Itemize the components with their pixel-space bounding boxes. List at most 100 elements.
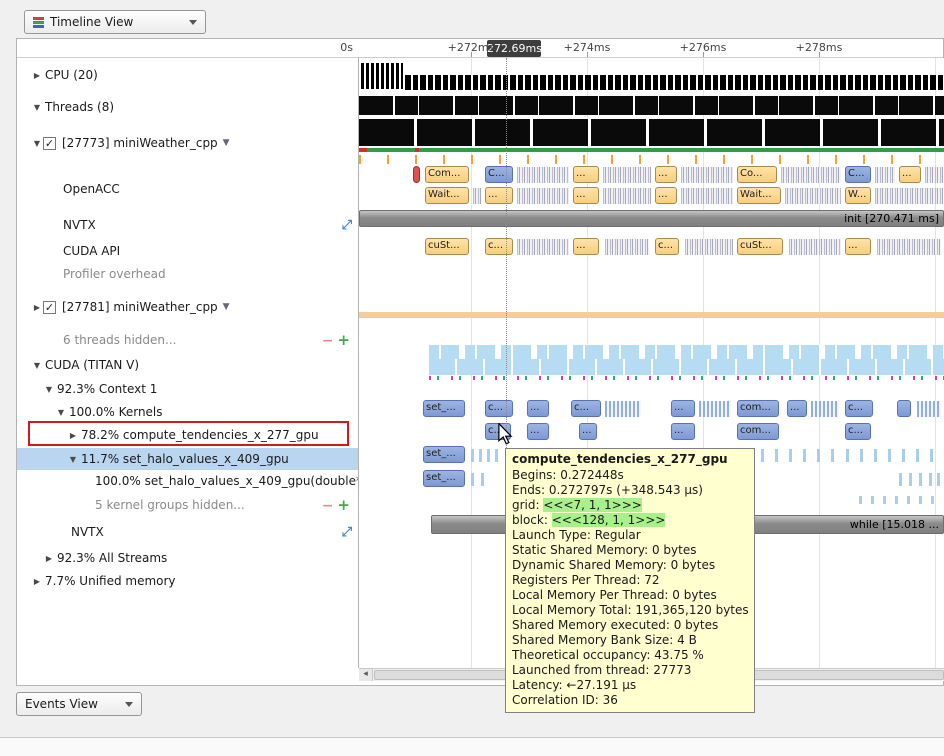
timeline-event-block[interactable]	[919, 496, 922, 504]
tree-row-profiler-overhead[interactable]: Profiler overhead	[17, 264, 358, 284]
timeline-event-block[interactable]: Com...	[425, 166, 469, 183]
timeline-event-block[interactable]: ...	[655, 187, 677, 204]
timeline-event-block[interactable]	[871, 496, 874, 504]
timeline-event-block[interactable]: ...	[671, 400, 695, 417]
timeline-event-block[interactable]	[479, 449, 482, 462]
add-filter-icon[interactable]: +	[337, 496, 350, 514]
tree-row-kernels[interactable]: ▼100.0% Kernels	[17, 402, 358, 422]
timeline-event-block[interactable]: set_...	[423, 470, 465, 487]
tree-row-cuda-api[interactable]: CUDA API	[17, 241, 358, 261]
tree-row-threads[interactable]: ▼Threads (8)	[17, 97, 358, 117]
timeline-event-block[interactable]	[931, 496, 934, 504]
timeline-event-block[interactable]	[860, 449, 863, 462]
timeline-event-block[interactable]: ...	[655, 166, 677, 183]
timeline-event-block[interactable]: cuSt...	[737, 238, 783, 255]
timeline-event-block[interactable]: ...	[671, 423, 695, 440]
collapse-arrow-icon[interactable]: ▼	[31, 361, 43, 370]
timeline-event-block[interactable]: ...	[527, 423, 549, 440]
timeline-event-block[interactable]: set_...	[423, 446, 465, 463]
timeline-view-selector[interactable]: Timeline View	[24, 10, 206, 34]
timeline-event-block[interactable]: c...	[485, 238, 513, 255]
tree-row-cuda-device[interactable]: ▼CUDA (TITAN V)	[17, 355, 358, 375]
timeline-event-block[interactable]	[930, 449, 933, 462]
timeline-event-block[interactable]: ...	[899, 166, 921, 183]
timeline-event-block[interactable]	[846, 449, 849, 462]
timeline-event-block[interactable]: W...	[845, 187, 871, 204]
expand-track-icon[interactable]: ⤢	[342, 218, 358, 233]
timeline-event-block[interactable]: cuSt...	[425, 238, 469, 255]
tree-row-context1[interactable]: ▼92.3% Context 1	[17, 379, 358, 399]
timeline-event-block[interactable]: ...	[485, 187, 513, 204]
timeline-event-block[interactable]	[761, 449, 764, 462]
collapse-arrow-icon[interactable]: ▼	[67, 455, 79, 464]
timeline-event-block[interactable]: com...	[737, 400, 779, 417]
tree-row-nvtx-thread[interactable]: NVTX⤢	[17, 215, 358, 235]
expand-arrow-icon[interactable]: ▶	[31, 303, 43, 312]
timeline-event-block[interactable]	[413, 166, 420, 183]
timeline-event-block[interactable]	[899, 473, 902, 486]
timeline-event-block[interactable]: com...	[737, 423, 779, 440]
collapse-arrow-icon[interactable]: ▼	[55, 408, 67, 417]
timeline-event-block[interactable]	[471, 473, 474, 486]
timeline-event-block[interactable]	[919, 473, 922, 486]
tree-row-kernel-set-halo[interactable]: ▼11.7% set_halo_values_x_409_gpu	[17, 448, 358, 470]
nvtx-range-init[interactable]: init [270.471 ms]	[359, 210, 944, 227]
remove-filter-icon[interactable]: −	[322, 333, 334, 349]
scroll-left-button[interactable]: ◂	[359, 669, 373, 681]
timeline-event-block[interactable]: ...	[573, 187, 599, 204]
timeline-event-block[interactable]	[859, 496, 862, 504]
timeline-event-block[interactable]: ...	[573, 238, 599, 255]
time-ruler[interactable]: 0s 272.69ms +272ms+274ms+276ms+278ms	[17, 39, 943, 58]
timeline-event-block[interactable]: c...	[655, 238, 679, 255]
timeline-event-block[interactable]	[831, 449, 834, 462]
expand-track-icon[interactable]: ⤢	[342, 525, 358, 540]
tree-row-all-streams[interactable]: ▶92.3% All Streams	[17, 548, 358, 568]
tree-row-threads-hidden[interactable]: 6 threads hidden...−+	[17, 330, 358, 350]
expand-arrow-icon[interactable]: ▶	[31, 577, 43, 586]
timeline-event-block[interactable]: c...	[485, 400, 513, 417]
tree-row-unified-memory[interactable]: ▶7.7% Unified memory	[17, 571, 358, 591]
timeline-event-block[interactable]	[495, 449, 498, 462]
tree-row-thread-27773[interactable]: ▼✓[27773] miniWeather_cpp▼	[17, 133, 358, 153]
collapse-arrow-icon[interactable]: ▼	[31, 103, 43, 112]
expand-arrow-icon[interactable]: ▶	[31, 71, 43, 80]
timeline-event-block[interactable]	[888, 449, 891, 462]
timeline-event-block[interactable]: ...	[527, 400, 549, 417]
timeline-event-block[interactable]	[775, 449, 778, 462]
timeline-event-block[interactable]: Co...	[737, 166, 777, 183]
timeline-event-block[interactable]	[895, 496, 898, 504]
tree-row-kernel-groups-hidden[interactable]: 5 kernel groups hidden...−+	[17, 495, 358, 515]
timeline-event-block[interactable]	[481, 473, 484, 486]
timeline-event-block[interactable]	[902, 449, 905, 462]
timeline-event-block[interactable]	[909, 473, 912, 486]
timeline-event-block[interactable]	[789, 449, 792, 462]
expand-arrow-icon[interactable]: ▶	[43, 554, 55, 563]
thread-checkbox[interactable]: ✓	[43, 301, 56, 314]
timeline-event-block[interactable]	[883, 496, 886, 504]
row-options-caret-icon[interactable]: ▼	[223, 302, 230, 312]
timeline-event-block[interactable]: c...	[571, 400, 601, 417]
timeline-event-block[interactable]	[937, 473, 940, 486]
timeline-event-block[interactable]: set_...	[423, 400, 465, 417]
timeline-event-block[interactable]	[907, 496, 910, 504]
row-options-caret-icon[interactable]: ▼	[223, 138, 230, 148]
timeline-event-block[interactable]: c...	[845, 400, 873, 417]
timeline-event-block[interactable]	[897, 400, 911, 417]
timeline-event-block[interactable]: Wait...	[425, 187, 469, 204]
thread-checkbox[interactable]: ✓	[43, 137, 56, 150]
collapse-arrow-icon[interactable]: ▼	[43, 385, 55, 394]
tree-row-cpu[interactable]: ▶CPU (20)	[17, 65, 358, 85]
events-view-selector[interactable]: Events View	[16, 692, 142, 716]
timeline-event-block[interactable]: Wait...	[737, 187, 781, 204]
timeline-event-block[interactable]: ...	[787, 400, 807, 417]
timeline-event-block[interactable]	[929, 473, 932, 486]
timeline-event-block[interactable]: C...	[845, 166, 871, 183]
timeline-event-block[interactable]	[803, 449, 806, 462]
tree-row-nvtx-context[interactable]: NVTX⤢	[17, 522, 358, 542]
tree-row-openacc[interactable]: OpenACC	[17, 179, 358, 199]
timeline-event-block[interactable]: ...	[845, 238, 871, 255]
tree-row-kernel-set-halo-fn[interactable]: 100.0% set_halo_values_x_409_gpu(double*…	[17, 471, 358, 491]
timeline-event-block[interactable]	[817, 449, 820, 462]
timeline-event-block[interactable]	[471, 449, 474, 462]
collapse-arrow-icon[interactable]: ▼	[31, 139, 43, 148]
